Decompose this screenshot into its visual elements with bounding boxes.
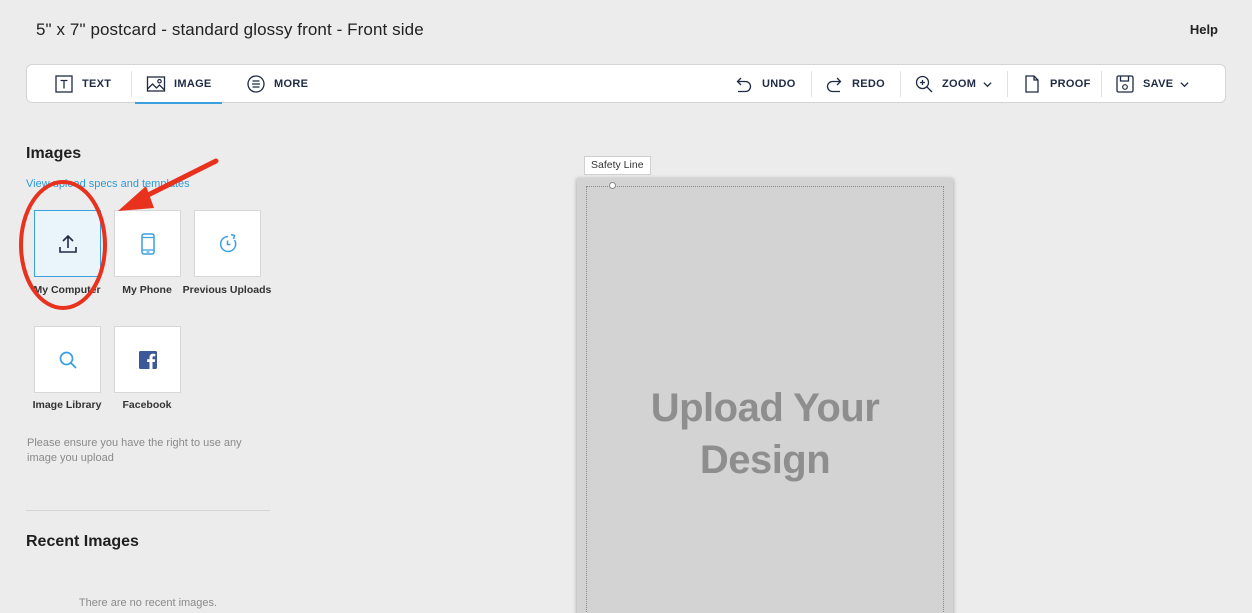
chevron-down-icon [983, 81, 992, 87]
page-title: 5" x 7" postcard - standard glossy front… [36, 20, 424, 39]
toolbar-divider [900, 71, 901, 97]
zoom-button[interactable]: ZOOM [913, 65, 992, 103]
help-link[interactable]: Help [1190, 22, 1218, 37]
safety-line-handle[interactable] [609, 182, 616, 189]
chevron-down-icon [1180, 81, 1189, 87]
image-tool-button[interactable]: IMAGE [135, 65, 222, 104]
text-tool-label: TEXT [82, 78, 112, 90]
facebook-label: Facebook [122, 399, 172, 411]
image-tool-label: IMAGE [174, 78, 212, 90]
previous-uploads-tile[interactable] [194, 210, 261, 277]
previous-uploads-label: Previous Uploads [182, 284, 272, 296]
upload-icon [58, 234, 77, 253]
save-label: SAVE [1143, 78, 1174, 90]
text-icon [53, 73, 75, 95]
more-tool-button[interactable]: MORE [245, 65, 308, 103]
history-icon [219, 233, 236, 252]
toolbar-divider [131, 71, 132, 97]
undo-label: UNDO [762, 78, 796, 90]
undo-icon [733, 73, 755, 95]
editor-toolbar: TEXT IMAGE MORE UNDO REDO ZOOM PROOF SAV… [26, 64, 1226, 104]
my-phone-tile[interactable] [114, 210, 181, 277]
image-rights-note: Please ensure you have the right to use … [27, 437, 242, 464]
placeholder-line-1: Upload Your [650, 386, 880, 430]
phone-icon [140, 232, 155, 255]
facebook-tile[interactable] [114, 326, 181, 393]
save-button[interactable]: SAVE [1114, 65, 1189, 103]
recent-images-empty-text: There are no recent images. [78, 597, 218, 609]
image-icon [145, 73, 167, 95]
redo-button[interactable]: REDO [823, 65, 885, 103]
placeholder-line-2: Design [699, 438, 831, 482]
redo-label: REDO [852, 78, 885, 90]
safety-line-label: Safety Line [584, 156, 651, 175]
search-icon [59, 351, 77, 369]
more-tool-label: MORE [274, 78, 309, 90]
proof-label: PROOF [1050, 78, 1091, 90]
document-icon [1021, 73, 1043, 95]
save-icon [1114, 73, 1136, 95]
proof-button[interactable]: PROOF [1021, 65, 1091, 103]
zoom-label: ZOOM [942, 78, 977, 90]
toolbar-divider [1007, 71, 1008, 97]
facebook-icon [138, 350, 157, 369]
my-phone-label: My Phone [122, 284, 172, 296]
redo-icon [823, 73, 845, 95]
toolbar-divider [811, 71, 812, 97]
zoom-in-icon [913, 73, 935, 95]
design-canvas[interactable]: Upload Your Design [577, 178, 953, 613]
toolbar-divider [1101, 71, 1102, 97]
image-library-tile[interactable] [34, 326, 101, 393]
image-library-label: Image Library [32, 399, 102, 411]
images-heading: Images [26, 145, 82, 162]
more-icon [245, 73, 267, 95]
upload-design-placeholder: Upload Your Design [577, 382, 953, 486]
recent-images-heading: Recent Images [26, 533, 139, 550]
my-computer-tile[interactable] [34, 210, 101, 277]
sidebar-divider [26, 510, 270, 511]
text-tool-button[interactable]: TEXT [53, 65, 111, 103]
undo-button[interactable]: UNDO [733, 65, 796, 103]
upload-specs-link[interactable]: View upload specs and templates [26, 178, 190, 190]
my-computer-label: My Computer [33, 284, 101, 296]
